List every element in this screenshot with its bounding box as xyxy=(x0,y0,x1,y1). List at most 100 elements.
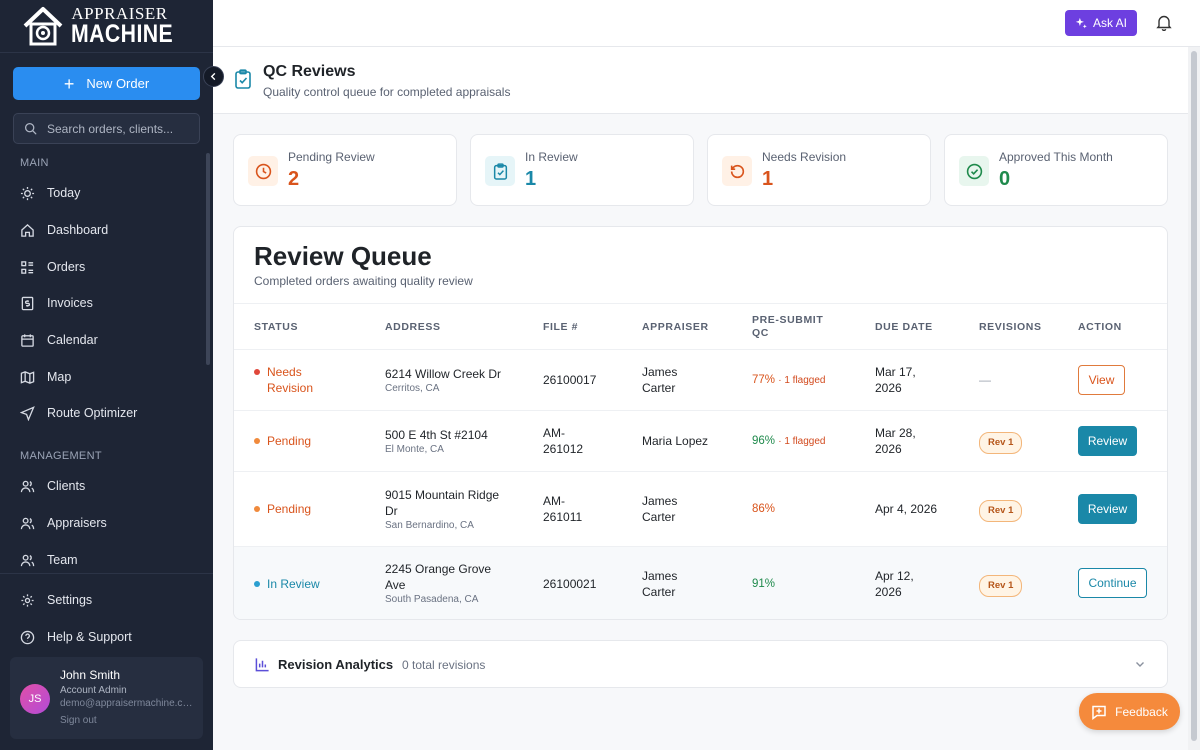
chevron-left-icon xyxy=(210,72,216,81)
review-button[interactable]: Review xyxy=(1078,426,1137,456)
status-cell: Pending xyxy=(254,501,311,517)
column-header-due-date[interactable]: DUE DATE xyxy=(875,321,933,334)
view-button[interactable]: View xyxy=(1078,365,1125,395)
table-row[interactable]: Pending 500 E 4th St #2104 El Monte, CA … xyxy=(234,411,1167,472)
analytics-subtitle: 0 total revisions xyxy=(402,658,486,672)
stat-card-approved[interactable]: Approved This Month 0 xyxy=(944,134,1168,206)
sidebar-item-orders[interactable]: Orders xyxy=(20,252,200,282)
table-row[interactable]: In Review 2245 Orange Grove Ave South Pa… xyxy=(234,547,1167,619)
user-name: John Smith xyxy=(60,668,121,682)
calendar-icon xyxy=(21,333,34,347)
bell-icon[interactable] xyxy=(1156,14,1172,31)
user-email: demo@appraisermachine.com xyxy=(60,698,195,709)
appraiser-name: Maria Lopez xyxy=(642,434,709,448)
check-circle-icon xyxy=(959,156,989,186)
address-line: 6214 Willow Creek Dr xyxy=(385,367,502,381)
table-row[interactable]: Needs Revision 6214 Willow Creek Dr Cerri… xyxy=(234,350,1167,411)
sidebar-item-label: Route Optimizer xyxy=(47,406,138,420)
search-icon xyxy=(24,122,37,135)
due-date: Apr 12, xyxy=(875,569,914,583)
search-box[interactable] xyxy=(13,113,200,144)
stat-label: Pending Review xyxy=(288,150,375,164)
revisions-cell: Rev 1 xyxy=(979,500,1023,522)
topbar: Ask AI xyxy=(213,0,1200,47)
address-city: San Bernardino, CA xyxy=(385,520,474,531)
table-row[interactable]: Pending 9015 Mountain Ridge Dr San Berna… xyxy=(234,472,1167,547)
feedback-button[interactable]: Feedback xyxy=(1079,693,1180,730)
status-dot xyxy=(254,581,260,587)
section-management-label: MANAGEMENT xyxy=(20,450,102,462)
sidebar-item-appraisers[interactable]: Appraisers xyxy=(20,508,200,538)
list-icon xyxy=(21,260,34,274)
search-input[interactable] xyxy=(47,121,187,136)
stat-label: Needs Revision xyxy=(762,150,847,164)
status-text: Pending xyxy=(267,434,312,448)
qc-score: 96% xyxy=(752,435,776,447)
table-header: STATUS ADDRESS FILE # APPRAISER PRE-SUBM… xyxy=(234,303,1167,350)
analytics-title: Revision Analytics xyxy=(278,657,394,672)
status-text: In Review xyxy=(267,577,320,591)
column-header-address[interactable]: ADDRESS xyxy=(385,321,441,334)
sidebar-item-today[interactable]: Today xyxy=(20,178,200,208)
qc-flag: · 1 flagged xyxy=(778,375,826,386)
column-header-status[interactable]: STATUS xyxy=(254,321,298,334)
column-header-pre-submit-qc[interactable]: PRE-SUBMIT QC xyxy=(752,314,823,340)
page-subtitle: Quality control queue for completed appr… xyxy=(263,85,511,99)
qc-cell: 96% · 1 flagged xyxy=(752,433,826,450)
new-order-button[interactable]: + New Order xyxy=(13,67,200,100)
stat-card-pending-review[interactable]: Pending Review 2 xyxy=(233,134,457,206)
due-date: 2026 xyxy=(875,585,902,599)
column-header-file[interactable]: FILE # xyxy=(543,321,578,334)
review-queue-card: Review Queue Completed orders awaiting q… xyxy=(233,226,1168,620)
continue-button[interactable]: Continue xyxy=(1078,568,1147,598)
user-card[interactable]: JS John Smith Account Admin demo@apprais… xyxy=(10,657,203,739)
address-cell: 2245 Orange Grove Ave South Pasadena, CA xyxy=(385,561,491,606)
due-date: 2026 xyxy=(875,442,902,456)
address-line: Ave xyxy=(385,578,406,592)
appraiser-cell: James Carter xyxy=(642,364,677,396)
column-header-action[interactable]: ACTION xyxy=(1078,321,1122,334)
section-main-label: MAIN xyxy=(20,157,49,169)
sidebar-item-settings[interactable]: Settings xyxy=(20,585,200,615)
sidebar-item-invoices[interactable]: Invoices xyxy=(20,288,200,318)
plus-icon: + xyxy=(63,73,75,94)
collapse-sidebar-button[interactable] xyxy=(203,66,224,87)
sidebar-item-route-optimizer[interactable]: Route Optimizer xyxy=(20,398,200,428)
logo[interactable]: APPRAISER MACHINE xyxy=(0,0,213,53)
column-header-revisions[interactable]: REVISIONS xyxy=(979,321,1042,334)
sidebar-item-label: Orders xyxy=(47,260,86,274)
sidebar-item-label: Dashboard xyxy=(47,223,109,237)
revision-analytics-panel[interactable]: Revision Analytics 0 total revisions xyxy=(233,640,1168,688)
stat-card-needs-revision[interactable]: Needs Revision 1 xyxy=(707,134,931,206)
ask-ai-label: Ask AI xyxy=(1092,16,1127,30)
status-dot xyxy=(254,369,260,375)
sidebar-item-calendar[interactable]: Calendar xyxy=(20,325,200,355)
clipboard-check-icon xyxy=(485,156,515,186)
status-dot xyxy=(254,506,260,512)
sidebar-item-dashboard[interactable]: Dashboard xyxy=(20,215,200,245)
address-line: 500 E 4th St #2104 xyxy=(385,428,488,442)
brand-line-2: MACHINE xyxy=(71,20,174,48)
ask-ai-button[interactable]: Ask AI xyxy=(1065,10,1137,36)
review-button[interactable]: Review xyxy=(1078,494,1137,524)
stat-card-in-review[interactable]: In Review 1 xyxy=(470,134,694,206)
file-number: AM- xyxy=(543,426,565,440)
status-cell: Pending xyxy=(254,433,311,449)
stat-label: Approved This Month xyxy=(999,150,1113,164)
sidebar-item-help[interactable]: Help & Support xyxy=(20,622,200,652)
column-header-line: PRE-SUBMIT xyxy=(752,314,824,326)
page-header: QC Reviews Quality control queue for com… xyxy=(213,47,1188,114)
sidebar-item-map[interactable]: Map xyxy=(20,362,200,392)
address-city: Cerritos, CA xyxy=(385,383,440,394)
sign-out-link[interactable]: Sign out xyxy=(60,715,97,726)
sidebar-scrollbar[interactable] xyxy=(206,153,210,365)
main-scrollbar[interactable] xyxy=(1188,47,1200,750)
column-header-appraiser[interactable]: APPRAISER xyxy=(642,321,709,334)
sidebar-item-team[interactable]: Team xyxy=(20,545,200,575)
due-date: Mar 17, xyxy=(875,365,916,379)
revision-badge: Rev 1 xyxy=(979,432,1023,454)
sidebar-item-clients[interactable]: Clients xyxy=(20,471,200,501)
appraiser-cell: James Carter xyxy=(642,568,677,600)
chevron-down-icon[interactable] xyxy=(1134,658,1146,670)
revisions-cell: Rev 1 xyxy=(979,575,1023,597)
